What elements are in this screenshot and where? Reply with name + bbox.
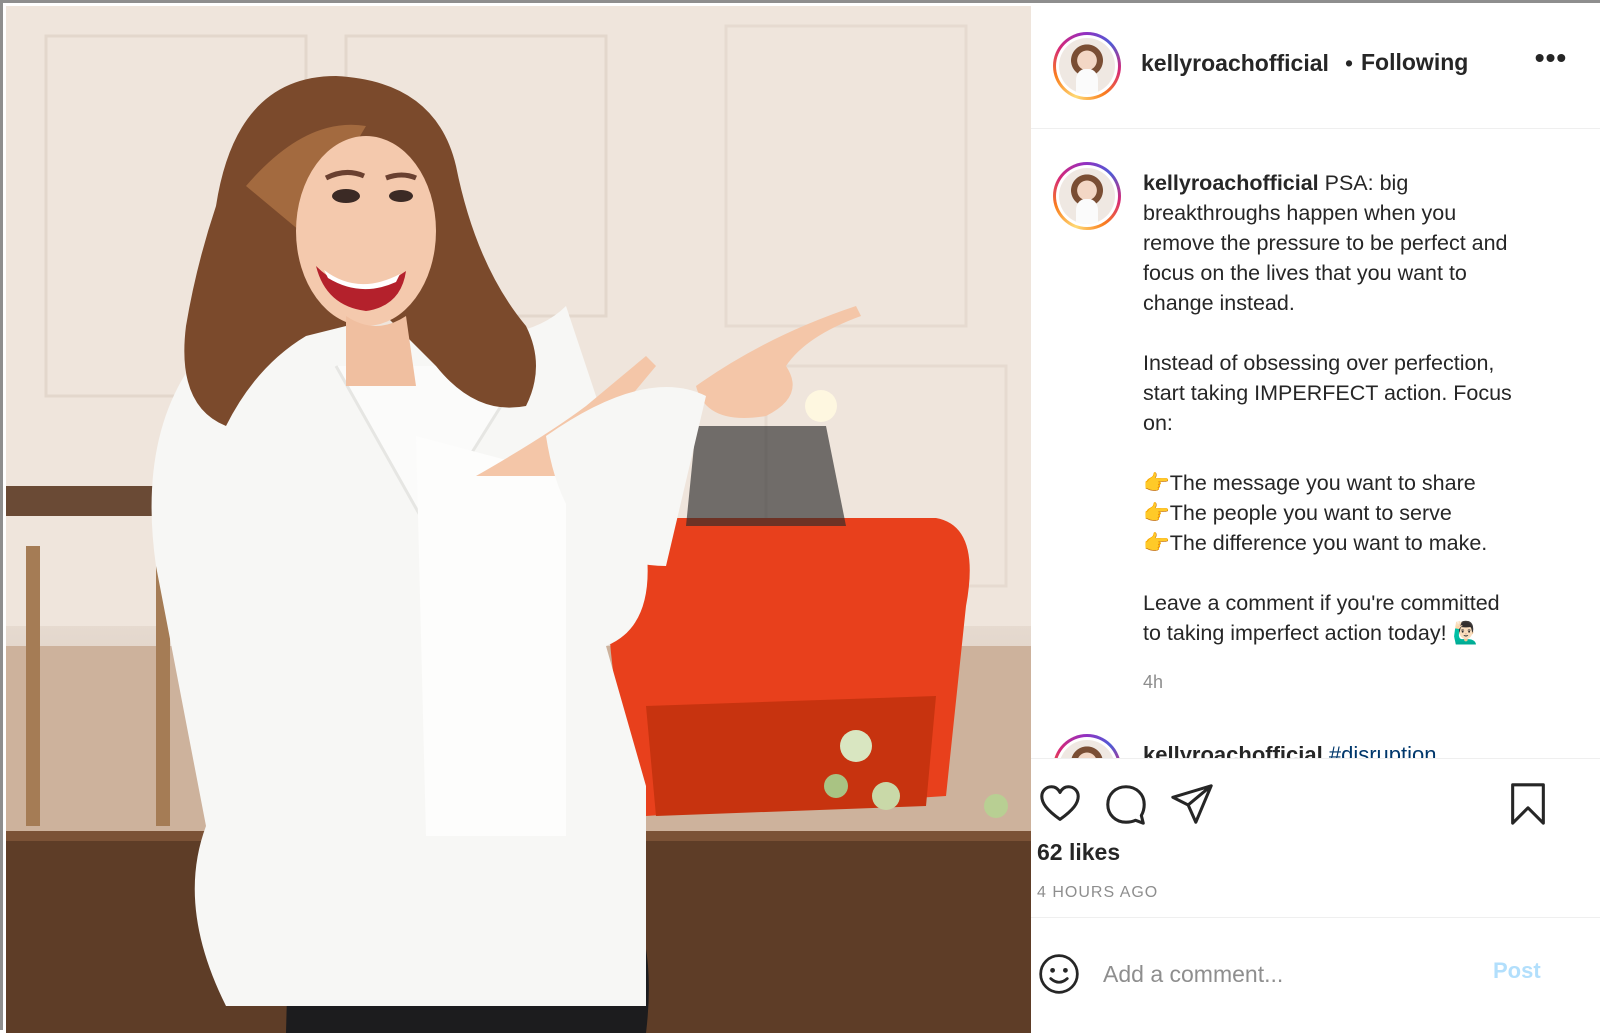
post-header: kellyroachofficial • Following •••	[1031, 6, 1600, 129]
caption-time[interactable]: 4h	[1143, 672, 1163, 693]
separator-dot: •	[1345, 50, 1354, 76]
profile-picture	[1059, 168, 1115, 224]
more-options-icon[interactable]: •••	[1531, 42, 1571, 82]
caption-avatar[interactable]	[1053, 162, 1121, 230]
caption-username[interactable]: kellyroachofficial	[1143, 171, 1319, 195]
comments-list[interactable]: kellyroachofficial PSA: big breakthrough…	[1031, 130, 1600, 758]
photo-illustration	[6, 6, 1031, 1033]
comment-avatar[interactable]	[1053, 734, 1121, 758]
caption-text: kellyroachofficial PSA: big breakthrough…	[1143, 168, 1573, 648]
next-comment-row: kellyroachofficial #disruption	[1053, 734, 1573, 758]
post-timestamp[interactable]: 4 HOURS AGO	[1037, 884, 1158, 902]
post-comment-button[interactable]: Post	[1493, 958, 1541, 984]
avatar[interactable]	[1053, 32, 1121, 100]
likes-count[interactable]: 62 likes	[1037, 839, 1120, 866]
smiley-icon[interactable]	[1037, 952, 1081, 996]
profile-picture	[1059, 740, 1115, 758]
caption-body: PSA: big breakthroughs happen when you r…	[1143, 171, 1512, 645]
bookmark-icon[interactable]	[1505, 781, 1551, 827]
add-comment-bar: Post	[1031, 917, 1600, 1033]
comment-username[interactable]: kellyroachofficial	[1143, 742, 1323, 758]
post-side-panel: kellyroachofficial • Following ••• kelly…	[1031, 6, 1600, 1033]
profile-picture	[1059, 38, 1115, 94]
hashtag-link[interactable]: #disruption	[1329, 742, 1437, 758]
comment-text: kellyroachofficial #disruption	[1143, 742, 1437, 758]
comment-input[interactable]	[1103, 956, 1483, 992]
paper-plane-icon[interactable]	[1169, 781, 1215, 827]
following-button[interactable]: Following	[1361, 49, 1468, 76]
caption-comment: kellyroachofficial PSA: big breakthrough…	[1053, 162, 1573, 742]
comment-icon[interactable]	[1103, 781, 1149, 827]
heart-icon[interactable]	[1037, 781, 1083, 827]
header-username[interactable]: kellyroachofficial	[1141, 50, 1329, 77]
post-photo[interactable]	[6, 6, 1031, 1033]
post-modal: kellyroachofficial • Following ••• kelly…	[0, 0, 1600, 1033]
post-actions: 62 likes 4 HOURS AGO	[1031, 758, 1600, 920]
